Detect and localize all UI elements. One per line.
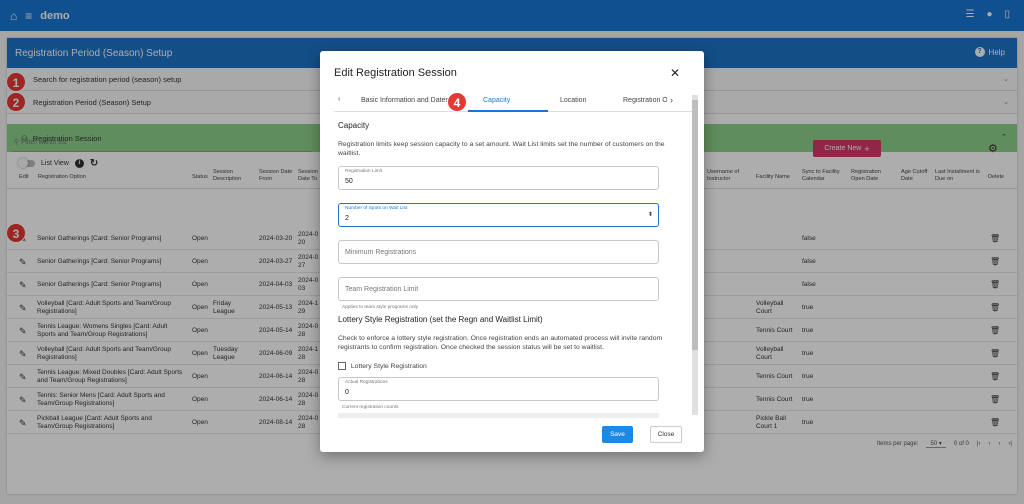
dialog-title: Edit Registration Session xyxy=(334,67,457,79)
edit-session-dialog: Edit Registration Session ✕ ‹ Basic Info… xyxy=(320,51,704,452)
actual-registrations-value: 0 xyxy=(345,389,349,396)
next-field-edge xyxy=(338,413,659,418)
capacity-description: Registration limits keep session capacit… xyxy=(338,141,665,157)
registration-limit-value: 50 xyxy=(345,178,353,185)
minimum-registrations-field[interactable]: Minimum Registrations xyxy=(338,240,659,264)
save-button[interactable]: Save xyxy=(602,426,633,443)
close-icon[interactable]: ✕ xyxy=(670,66,680,80)
tab-capacity[interactable]: Capacity xyxy=(483,97,510,104)
registration-limit-field[interactable]: Registration Limit 50 xyxy=(338,166,659,190)
dialog-scrollbar[interactable] xyxy=(692,95,698,415)
tab-scroll-left-icon[interactable]: ‹ xyxy=(338,96,340,103)
lottery-checkbox-row[interactable]: Lottery Style Registration xyxy=(338,362,427,370)
active-tab-indicator xyxy=(468,110,548,112)
waitlist-spots-label: Number of Spots on Wait List xyxy=(345,206,408,211)
lottery-checkbox-label: Lottery Style Registration xyxy=(350,362,427,370)
lottery-description: Check to enforce a lottery style registr… xyxy=(338,335,663,351)
lottery-heading: Lottery Style Registration (set the Regn… xyxy=(338,315,543,324)
actual-registrations-label: Actual Registrations xyxy=(345,380,388,385)
team-registration-limit-field[interactable]: Team Registration Limit xyxy=(338,277,659,301)
capacity-heading: Capacity xyxy=(338,121,370,130)
tab-scroll-right-icon[interactable]: › xyxy=(670,95,673,105)
callout-4: 4 xyxy=(447,92,467,112)
stepper-icon[interactable]: ⬍ xyxy=(648,211,653,218)
tab-basic-info[interactable]: Basic Information and Dates xyxy=(361,97,449,104)
scrollbar-thumb[interactable] xyxy=(692,100,698,350)
dialog-tabs: ‹ Basic Information and Dates Capacity L… xyxy=(334,90,692,112)
close-button[interactable]: Close xyxy=(650,426,682,443)
registration-limit-label: Registration Limit xyxy=(345,169,383,174)
lottery-checkbox[interactable] xyxy=(338,362,346,370)
team-limit-hint: Applies to team style programs only xyxy=(342,305,418,310)
waitlist-spots-value: 2 xyxy=(345,215,349,222)
minimum-registrations-placeholder: Minimum Registrations xyxy=(345,249,417,256)
tab-registration-options[interactable]: Registration O xyxy=(623,97,667,104)
actual-registrations-field: Actual Registrations 0 xyxy=(338,377,659,401)
actual-registrations-hint: Current registration counts xyxy=(342,405,399,410)
team-registration-limit-placeholder: Team Registration Limit xyxy=(345,286,419,293)
tab-location[interactable]: Location xyxy=(560,97,586,104)
waitlist-spots-field[interactable]: Number of Spots on Wait List 2 ⬍ xyxy=(338,203,659,227)
